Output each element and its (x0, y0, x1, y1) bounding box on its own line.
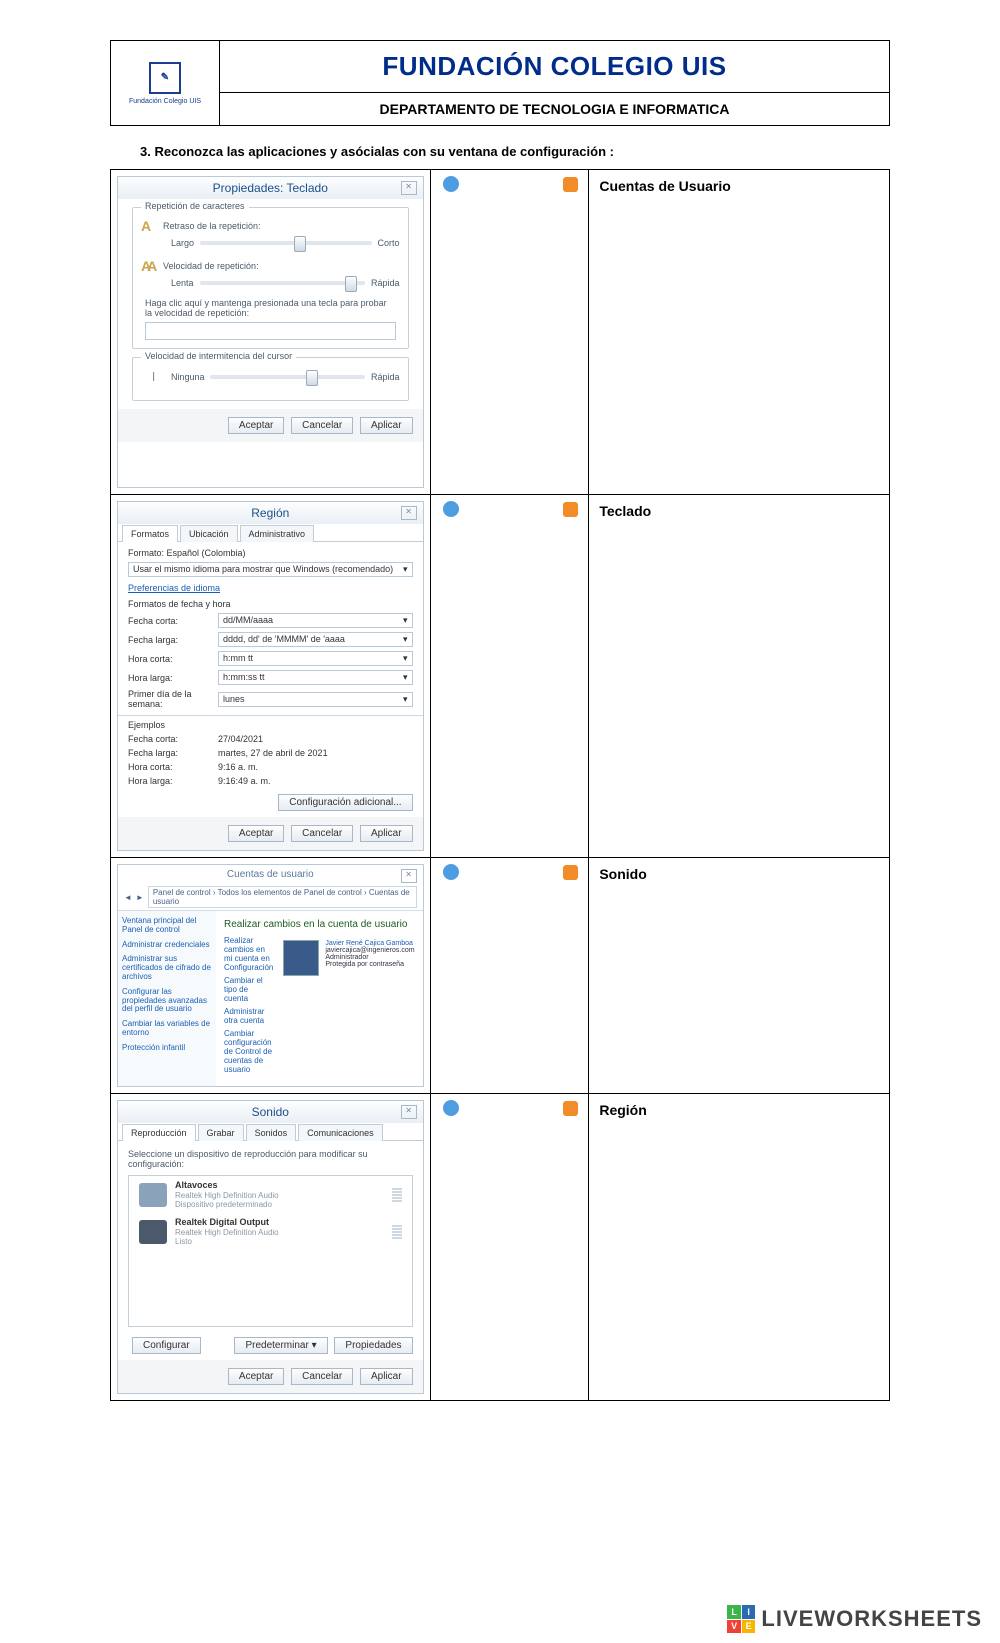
liveworksheets-brand: LIVE LIVEWORKSHEETS (727, 1605, 982, 1633)
cancel-button[interactable]: Cancelar (291, 417, 353, 434)
matching-table: Propiedades: Teclado ✕ Repetición de car… (110, 169, 890, 1401)
match-target-dot[interactable] (563, 865, 578, 880)
configure-button[interactable]: Configurar (132, 1337, 201, 1354)
cancel-button[interactable]: Cancelar (291, 825, 353, 842)
cancel-button[interactable]: Cancelar (291, 1368, 353, 1385)
properties-button[interactable]: Propiedades (334, 1337, 412, 1354)
delay-slider[interactable]: Largo Corto (171, 238, 400, 248)
account-link[interactable]: Administrar otra cuenta (224, 1007, 273, 1025)
tab-sounds[interactable]: Sonidos (246, 1124, 297, 1141)
window-region: Región ✕ Formatos Ubicación Administrati… (117, 501, 424, 851)
department-title: DEPARTAMENTO DE TECNOLOGIA E INFORMATICA (220, 93, 889, 125)
digital-icon (139, 1220, 167, 1244)
playback-device[interactable]: Realtek Digital Output Realtek High Defi… (129, 1213, 412, 1250)
window-teclado: Propiedades: Teclado ✕ Repetición de car… (117, 176, 424, 488)
match-source-dot[interactable] (443, 501, 459, 517)
side-link[interactable]: Ventana principal del Panel de control (122, 917, 212, 935)
close-icon[interactable]: ✕ (401, 869, 417, 883)
match-target-dot[interactable] (563, 1101, 578, 1116)
short-date-dropdown[interactable]: dd/MM/aaaa▾ (218, 613, 413, 628)
nav-back-icon[interactable]: ◄ (124, 893, 132, 902)
apply-button[interactable]: Aplicar (360, 825, 413, 842)
set-default-button[interactable]: Predeterminar ▾ (234, 1337, 327, 1354)
close-icon[interactable]: ✕ (401, 506, 417, 520)
match-target-dot[interactable] (563, 502, 578, 517)
window-sound: Sonido ✕ Reproducción Grabar Sonidos Com… (117, 1100, 424, 1394)
brand-logo-icon: LIVE (727, 1605, 755, 1633)
match-source-dot[interactable] (443, 864, 459, 880)
account-link[interactable]: Cambiar el tipo de cuenta (224, 976, 273, 1003)
blink-slider[interactable]: | Ninguna Rápida (151, 372, 400, 382)
language-dropdown[interactable]: Usar el mismo idioma para mostrar que Wi… (128, 562, 413, 577)
side-link[interactable]: Protección infantil (122, 1044, 212, 1053)
match-source-dot[interactable] (443, 176, 459, 192)
tab-playback[interactable]: Reproducción (122, 1124, 196, 1141)
ok-button[interactable]: Aceptar (228, 1368, 284, 1385)
answer-label: Teclado (593, 499, 885, 523)
window-user-accounts: Cuentas de usuario ✕ ◄ ► Panel de contro… (117, 864, 424, 1087)
account-link[interactable]: Realizar cambios en mi cuenta en Configu… (224, 936, 273, 972)
repeat-test-input[interactable] (145, 322, 396, 340)
tab-record[interactable]: Grabar (198, 1124, 244, 1141)
side-link[interactable]: Administrar credenciales (122, 941, 212, 950)
apply-button[interactable]: Aplicar (360, 1368, 413, 1385)
nav-forward-icon[interactable]: ► (136, 893, 144, 902)
close-icon[interactable]: ✕ (401, 181, 417, 195)
main-title: FUNDACIÓN COLEGIO UIS (220, 41, 889, 93)
side-link[interactable]: Cambiar las variables de entorno (122, 1020, 212, 1038)
ok-button[interactable]: Aceptar (228, 825, 284, 842)
additional-config-button[interactable]: Configuración adicional... (278, 794, 412, 811)
side-link[interactable]: Administrar sus certificados de cifrado … (122, 955, 212, 981)
playback-device[interactable]: Altavoces Realtek High Definition Audio … (129, 1176, 412, 1213)
school-logo: ✎ Fundación Colegio UIS (111, 41, 220, 125)
short-time-dropdown[interactable]: h:mm tt▾ (218, 651, 413, 666)
first-day-dropdown[interactable]: lunes▾ (218, 692, 413, 707)
match-target-dot[interactable] (563, 177, 578, 192)
long-time-dropdown[interactable]: h:mm:ss tt▾ (218, 670, 413, 685)
document-header: ✎ Fundación Colegio UIS FUNDACIÓN COLEGI… (110, 40, 890, 126)
avatar (283, 940, 319, 976)
speaker-icon (139, 1183, 167, 1207)
close-icon[interactable]: ✕ (401, 1105, 417, 1119)
answer-label: Sonido (593, 862, 885, 886)
tab-administrativo[interactable]: Administrativo (240, 525, 315, 542)
side-link[interactable]: Configurar las propiedades avanzadas del… (122, 988, 212, 1014)
speed-slider[interactable]: Lenta Rápida (171, 278, 400, 288)
apply-button[interactable]: Aplicar (360, 417, 413, 434)
tab-ubicacion[interactable]: Ubicación (180, 525, 238, 542)
tab-formatos[interactable]: Formatos (122, 525, 178, 542)
tab-comm[interactable]: Comunicaciones (298, 1124, 383, 1141)
account-link[interactable]: Cambiar configuración de Control de cuen… (224, 1029, 273, 1074)
question-text: 3. Reconozca las aplicaciones y asóciala… (110, 126, 890, 169)
ok-button[interactable]: Aceptar (228, 417, 284, 434)
language-prefs-link[interactable]: Preferencias de idioma (118, 579, 423, 597)
answer-label: Región (593, 1098, 885, 1122)
match-source-dot[interactable] (443, 1100, 459, 1116)
answer-label: Cuentas de Usuario (593, 174, 885, 198)
long-date-dropdown[interactable]: dddd, dd' de 'MMMM' de 'aaaa▾ (218, 632, 413, 647)
